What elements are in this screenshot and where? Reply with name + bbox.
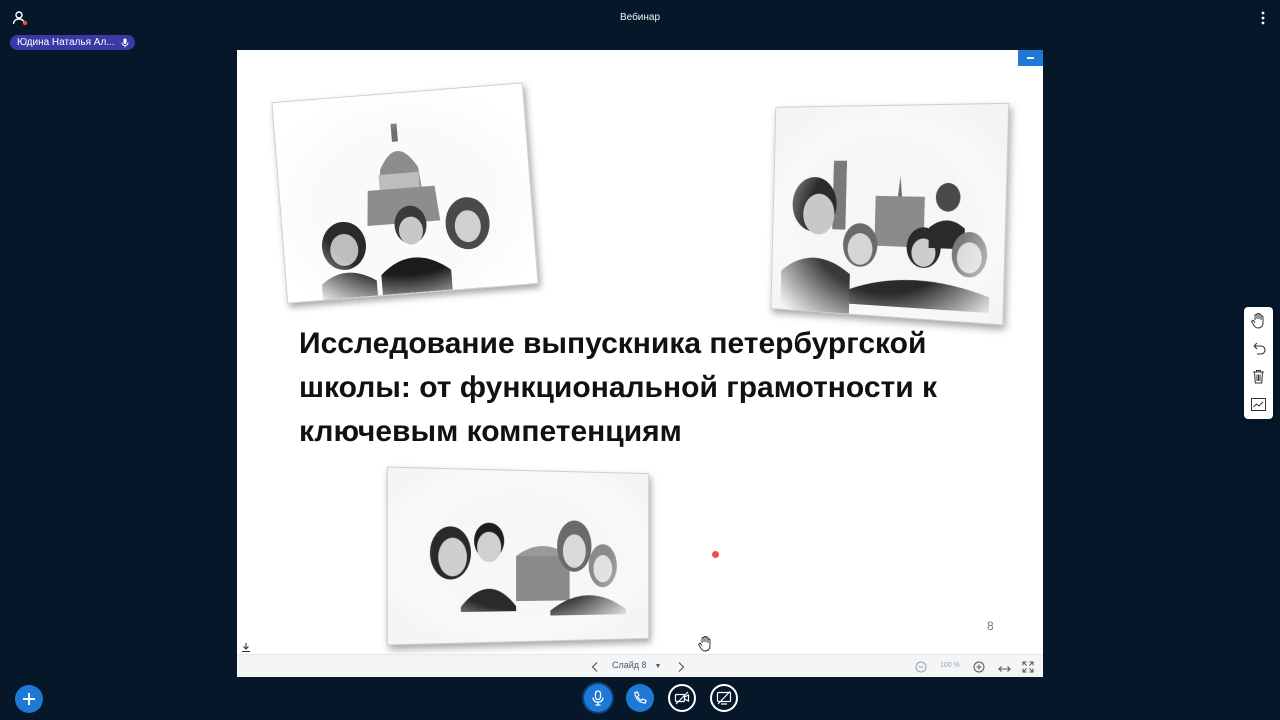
mute-microphone-button[interactable]	[584, 684, 612, 712]
presentation-toolbar: Слайд 8 ▼ 100 %	[237, 654, 1043, 677]
fullscreen-icon[interactable]	[1022, 660, 1034, 672]
slide-photo-city-students	[771, 103, 1010, 326]
undo-icon[interactable]	[1250, 340, 1267, 357]
chevron-right-icon[interactable]	[676, 660, 686, 672]
more-vertical-icon[interactable]	[1260, 10, 1266, 26]
presenter-name: Юдина Наталья Ал...	[17, 37, 115, 48]
slide-title: Исследование выпускника петербургской шк…	[299, 322, 999, 454]
laser-pointer	[712, 551, 719, 558]
slide-photo-cathedral-students	[271, 82, 538, 303]
screen-share-off-icon	[716, 690, 732, 706]
slide-photo-palace-students	[387, 467, 649, 646]
presenter-talking-indicator[interactable]: Юдина Наталья Ал...	[10, 35, 135, 50]
slide-page-number: 8	[987, 619, 994, 633]
trash-icon[interactable]	[1250, 368, 1267, 385]
download-icon[interactable]	[241, 640, 251, 651]
top-bar: Вебинар	[0, 0, 1280, 36]
minimize-presentation-button[interactable]	[1018, 50, 1043, 66]
zoom-level: 100 %	[940, 662, 960, 669]
microphone-icon	[121, 38, 129, 48]
camera-off-icon	[674, 690, 690, 706]
caret-down-icon: ▼	[655, 663, 662, 670]
presentation-area: Исследование выпускника петербургской шк…	[237, 50, 1043, 677]
hand-icon[interactable]	[1250, 312, 1267, 329]
actions-plus-button[interactable]	[15, 685, 43, 713]
zoom-in-icon[interactable]	[973, 660, 985, 672]
fit-width-icon[interactable]	[998, 661, 1011, 671]
chevron-left-icon[interactable]	[590, 660, 600, 672]
share-screen-button[interactable]	[710, 684, 738, 712]
microphone-icon	[590, 690, 606, 706]
whiteboard-toolbar	[1244, 307, 1273, 419]
multi-user-whiteboard-icon[interactable]	[1250, 396, 1267, 413]
leave-audio-button[interactable]	[626, 684, 654, 712]
zoom-out-icon[interactable]	[915, 660, 927, 672]
hand-icon	[698, 636, 712, 652]
slide-selector-label: Слайд 8	[612, 660, 647, 670]
share-webcam-button[interactable]	[668, 684, 696, 712]
phone-icon	[632, 690, 648, 706]
slide-selector[interactable]: Слайд 8 ▼	[612, 660, 661, 670]
meeting-title: Вебинар	[0, 12, 1280, 23]
